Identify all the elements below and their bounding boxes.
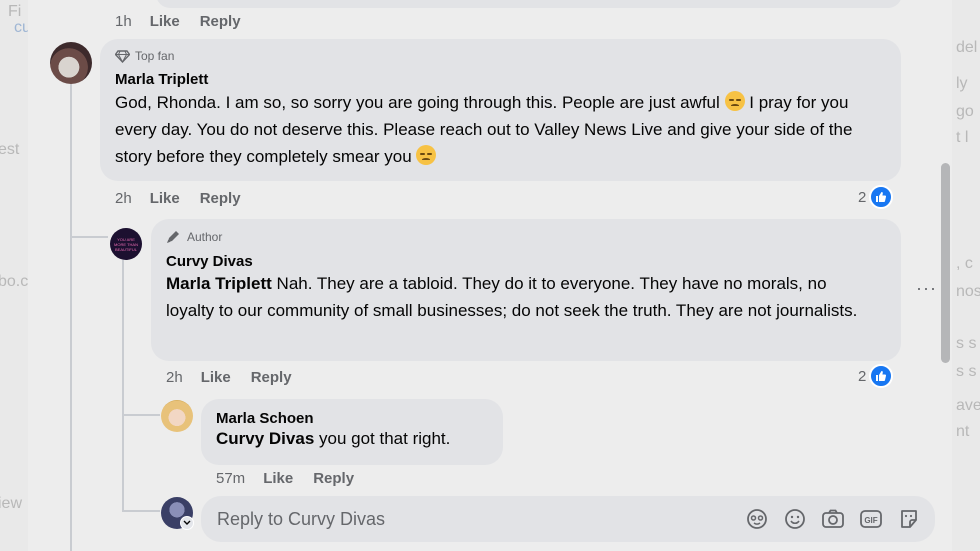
comment-time: 2h <box>166 369 183 386</box>
thread-line-connector-1 <box>70 236 108 238</box>
avatar-sticker-icon[interactable] <box>745 507 769 531</box>
more-options-button[interactable]: ··· <box>916 278 937 299</box>
sticker-icon[interactable] <box>897 507 921 531</box>
like-icon <box>869 185 894 209</box>
badge-label: Author <box>187 230 223 244</box>
comment-actions: 2h Like Reply <box>166 369 312 386</box>
scrollbar-thumb[interactable] <box>941 163 950 363</box>
account-switcher-chevron-icon[interactable] <box>180 516 194 530</box>
reaction-number: 2 <box>858 367 867 385</box>
reply-link[interactable]: Reply <box>251 369 292 386</box>
like-link[interactable]: Like <box>150 190 180 207</box>
top-fan-badge: Top fan <box>115 49 887 63</box>
author-badge: Author <box>166 230 887 244</box>
sad-face-emoji-icon <box>416 145 437 165</box>
reply-link[interactable]: Reply <box>200 13 241 30</box>
reaction-count[interactable]: 2 <box>858 185 894 209</box>
composer-toolbar: GIF <box>745 507 921 531</box>
reply-link[interactable]: Reply <box>200 190 241 207</box>
reply-input-placeholder[interactable]: Reply to Curvy Divas <box>217 509 745 530</box>
pencil-icon <box>167 231 179 243</box>
reaction-count[interactable]: 2 <box>858 364 894 388</box>
avatar[interactable] <box>50 42 92 84</box>
comment-actions: 2h Like Reply <box>115 190 261 207</box>
comment-time: 1h <box>115 13 132 30</box>
emoji-icon[interactable] <box>783 507 807 531</box>
thread-line-connector-2 <box>122 414 160 416</box>
comment-text-part-1: God, Rhonda. I am so, so sorry you are g… <box>115 93 720 112</box>
comment-text: Marla Triplett Nah. They are a tabloid. … <box>166 270 866 324</box>
comment-text: God, Rhonda. I am so, so sorry you are g… <box>115 89 875 170</box>
thread-line-connector-3 <box>122 510 160 512</box>
svg-text:GIF: GIF <box>864 516 877 525</box>
like-link[interactable]: Like <box>263 470 293 487</box>
comment-text-body: you got that right. <box>319 429 451 448</box>
previous-comment-actions: 1h Like Reply <box>115 13 261 30</box>
comment-bubble: Marla Schoen Curvy Divas you got that ri… <box>201 399 503 465</box>
mention-link[interactable]: Marla Triplett <box>166 274 272 293</box>
comments-panel: 1h Like Reply Top fan Marla Triplett God… <box>28 0 952 551</box>
avatar[interactable] <box>161 400 193 432</box>
comment-bubble: Top fan Marla Triplett God, Rhonda. I am… <box>100 39 901 181</box>
reply-input-box[interactable]: Reply to Curvy Divas GIF <box>201 496 935 542</box>
previous-comment-bubble <box>156 0 902 8</box>
thread-line-main <box>70 84 72 551</box>
thread-line-reply <box>122 260 124 512</box>
comment-bubble: Author Curvy Divas Marla Triplett Nah. T… <box>151 219 901 361</box>
reply-link[interactable]: Reply <box>313 470 354 487</box>
reaction-number: 2 <box>858 188 867 206</box>
like-link[interactable]: Like <box>150 13 180 30</box>
diamond-icon <box>115 49 130 63</box>
like-link[interactable]: Like <box>201 369 231 386</box>
camera-icon[interactable] <box>821 507 845 531</box>
badge-label: Top fan <box>135 49 175 63</box>
comment-author[interactable]: Curvy Divas <box>166 253 887 270</box>
comment-time: 57m <box>216 470 246 487</box>
comment-text: Curvy Divas you got that right. <box>216 425 489 452</box>
background-page-right: del ly go t l , c nos s s s s ave nt <box>956 39 980 440</box>
like-icon <box>869 364 894 388</box>
gif-icon[interactable]: GIF <box>859 507 883 531</box>
comment-time: 2h <box>115 190 132 207</box>
comment-author[interactable]: Marla Triplett <box>115 71 887 88</box>
avatar[interactable]: YOU ARE MORE THAN BEAUTIFUL <box>110 228 142 260</box>
mention-link[interactable]: Curvy Divas <box>216 429 314 448</box>
background-page-left: Fi cu est bo.c iew <box>0 3 28 512</box>
sad-face-emoji-icon <box>724 91 745 111</box>
comment-actions: 57m Like Reply <box>216 470 374 487</box>
